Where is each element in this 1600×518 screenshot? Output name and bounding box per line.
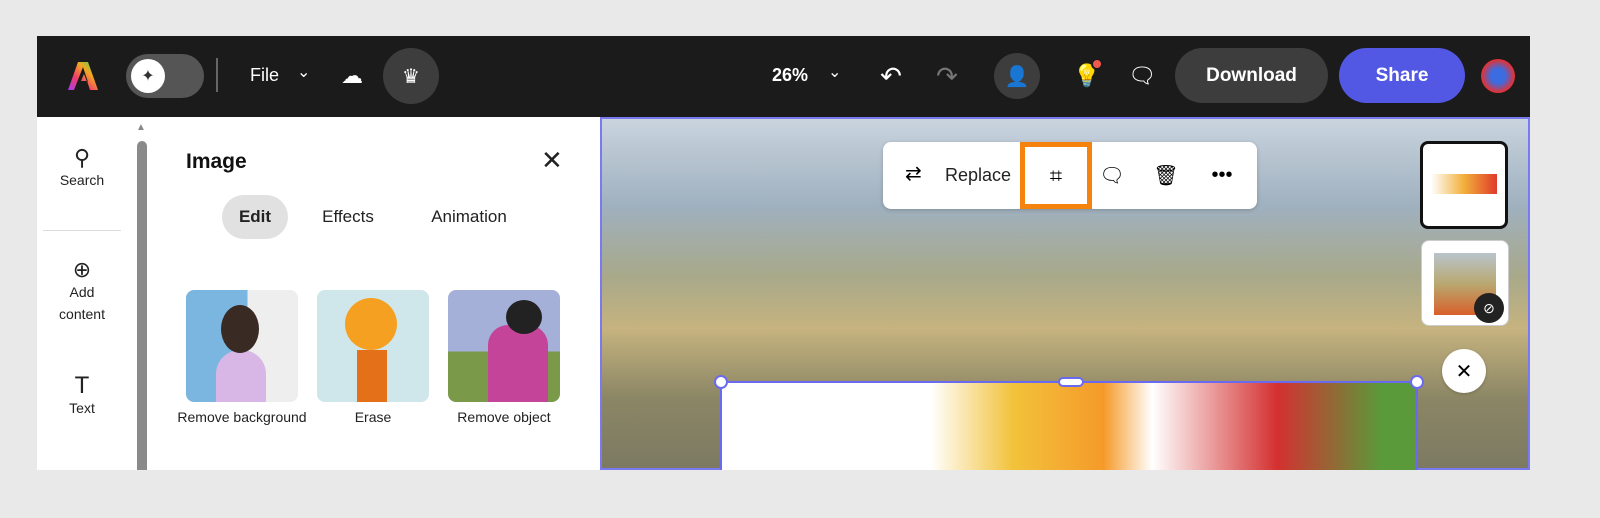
more-options-icon[interactable]: ••• xyxy=(1207,160,1237,190)
resize-handle[interactable] xyxy=(1058,377,1084,387)
rail-item-text[interactable]: T Text xyxy=(37,372,127,419)
left-rail: ⚲ Search ⊕ Add content T Text xyxy=(37,117,136,470)
divider xyxy=(216,58,218,92)
zoom-level[interactable]: 26% xyxy=(772,65,808,86)
text-icon: T xyxy=(74,372,90,399)
cloud-icon[interactable]: ☁ xyxy=(337,62,367,90)
hidden-icon: ⊘ xyxy=(1474,293,1504,323)
close-panel-icon[interactable]: ✕ xyxy=(541,145,563,176)
tab-edit[interactable]: Edit xyxy=(222,195,288,239)
remove-background-card[interactable] xyxy=(186,290,298,402)
redo-icon[interactable]: ↷ xyxy=(931,60,963,92)
top-bar: ✦ File ⌄ ☁ ♛ 26% ⌄ ↶ ↷ 👤 💡 🗨 Download Sh… xyxy=(37,36,1530,117)
comment-icon[interactable]: 🗨 xyxy=(1097,160,1127,190)
page-thumbnail-2[interactable]: ⊘ xyxy=(1421,240,1509,326)
premium-check-icon[interactable]: ♛ xyxy=(383,48,439,104)
resize-handle[interactable] xyxy=(1410,375,1424,389)
replace-icon: ⇄ xyxy=(905,163,922,185)
erase-card[interactable] xyxy=(317,290,429,402)
remove-background-label: Remove background xyxy=(177,409,307,425)
remove-object-label: Remove object xyxy=(457,409,551,425)
delete-icon[interactable]: 🗑 xyxy=(1151,160,1181,190)
rail-item-add-content[interactable]: ⊕ Add content xyxy=(37,259,127,325)
tab-animation[interactable]: Animation xyxy=(416,195,522,239)
divider xyxy=(43,230,121,231)
rail-item-search[interactable]: ⚲ Search xyxy=(37,147,127,191)
search-icon: ⚲ xyxy=(73,145,91,170)
scroll-up-icon[interactable]: ▲ xyxy=(136,122,146,133)
panel-title: Image xyxy=(186,150,247,173)
replace-button[interactable]: Replace xyxy=(945,165,1011,186)
app-window: ✦ File ⌄ ☁ ♛ 26% ⌄ ↶ ↷ 👤 💡 🗨 Download Sh… xyxy=(37,36,1530,470)
zoom-chevron-icon[interactable]: ⌄ xyxy=(828,62,841,82)
user-avatar[interactable] xyxy=(1481,59,1515,93)
tab-effects[interactable]: Effects xyxy=(308,195,388,239)
crop-icon[interactable]: ⌗ xyxy=(1020,142,1092,209)
ai-mode-toggle[interactable]: ✦ xyxy=(126,54,204,98)
scroll-thumb[interactable] xyxy=(137,141,147,470)
close-thumbnails-icon[interactable]: ✕ xyxy=(1442,349,1486,393)
resize-handle[interactable] xyxy=(714,375,728,389)
sparkle-icon: ✦ xyxy=(131,59,165,93)
invite-user-icon[interactable]: 👤 xyxy=(994,53,1040,99)
image-toolbar: ⇄ Replace ⌗ 🗨 🗑 ••• xyxy=(883,142,1257,209)
comment-icon[interactable]: 🗨 xyxy=(1126,58,1158,94)
page-thumbnail-1[interactable] xyxy=(1420,141,1508,229)
share-button[interactable]: Share xyxy=(1339,48,1465,103)
image-panel: Image ✕ Edit Effects Animation Remove ba… xyxy=(148,117,598,470)
remove-object-card[interactable] xyxy=(448,290,560,402)
add-circle-icon: ⊕ xyxy=(72,257,92,282)
erase-label: Erase xyxy=(354,409,392,425)
adobe-express-logo-icon[interactable] xyxy=(63,56,103,96)
undo-icon[interactable]: ↶ xyxy=(875,60,907,92)
file-menu-button[interactable]: File xyxy=(250,65,279,86)
selected-image[interactable] xyxy=(714,375,1424,470)
download-button[interactable]: Download xyxy=(1175,48,1328,103)
rail-scrollbar[interactable]: ▲ xyxy=(136,117,148,470)
chevron-down-icon[interactable]: ⌄ xyxy=(297,62,310,82)
lightbulb-icon[interactable]: 💡 xyxy=(1071,58,1103,94)
